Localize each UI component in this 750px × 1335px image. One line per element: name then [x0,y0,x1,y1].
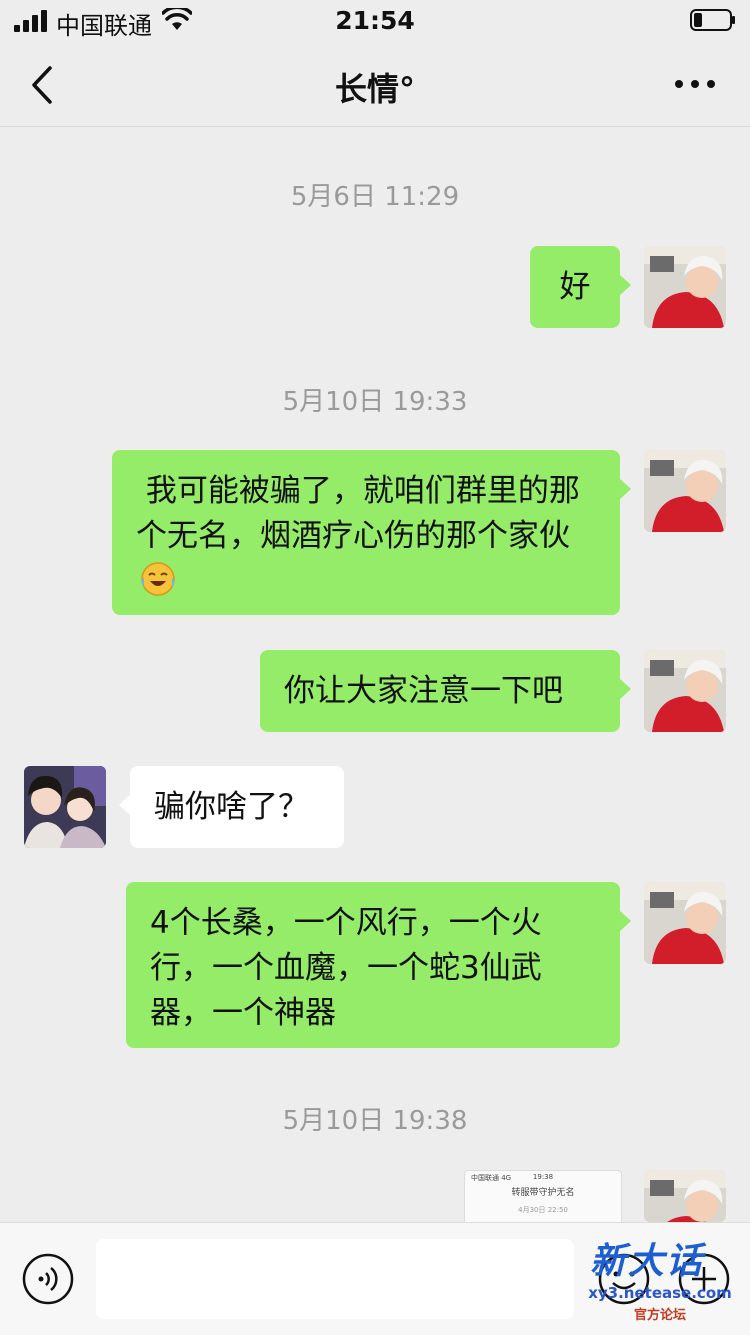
baby-avatar-image [644,882,726,964]
sent-message-bubble[interactable]: 好 [530,246,631,328]
smiley-icon[interactable] [598,1253,650,1305]
status-time: 21:54 [335,6,415,35]
my-avatar[interactable] [644,450,726,532]
message-timestamp: 5月6日 11:29 [290,182,460,212]
message-timestamp: 5月10日 19:33 [282,387,468,417]
sent-message-bubble[interactable]: 4个长桑，一个风行，一个火行，一个血魔，一个蛇3仙武器，一个神器 [126,882,631,1048]
thumbnail-timestamp: 4月30日 22:50 [518,1206,568,1214]
thumbnail-time: 19:38 [532,1173,554,1181]
my-avatar[interactable] [644,1170,726,1222]
message-input[interactable] [96,1239,574,1319]
baby-avatar-image [644,450,726,532]
plus-icon[interactable] [678,1253,730,1305]
my-avatar[interactable] [644,246,726,328]
my-avatar[interactable] [644,650,726,732]
baby-avatar-image [644,1170,726,1222]
more-icon[interactable] [674,74,716,94]
baby-avatar-image [644,650,726,732]
tears-of-joy-emoji-icon [141,562,175,596]
battery-icon [690,9,735,31]
voice-icon[interactable] [22,1253,74,1305]
message-text: 我可能被骗了，就咱们群里的那个无名，烟酒疗心伤的那个家伙 [136,473,580,554]
couple-avatar-image [24,766,106,848]
received-message-bubble[interactable]: 骗你啥了？ [119,766,344,848]
sent-message-bubble[interactable]: 你让大家注意一下吧 [260,650,631,732]
chat-header: 长情° [0,44,750,127]
contact-avatar[interactable] [24,766,106,848]
status-bar: 中国联通 21:54 [0,0,750,44]
sent-message-bubble[interactable]: 我可能被骗了，就咱们群里的那个无名，烟酒疗心伤的那个家伙 [112,450,631,615]
baby-avatar-image [644,246,726,328]
chat-title[interactable]: 长情° [0,64,750,110]
message-timestamp: 5月10日 19:38 [282,1106,468,1136]
thumbnail-title: 转服带守护无名 [511,1188,575,1198]
message-input-bar [0,1222,750,1335]
my-avatar[interactable] [644,882,726,964]
